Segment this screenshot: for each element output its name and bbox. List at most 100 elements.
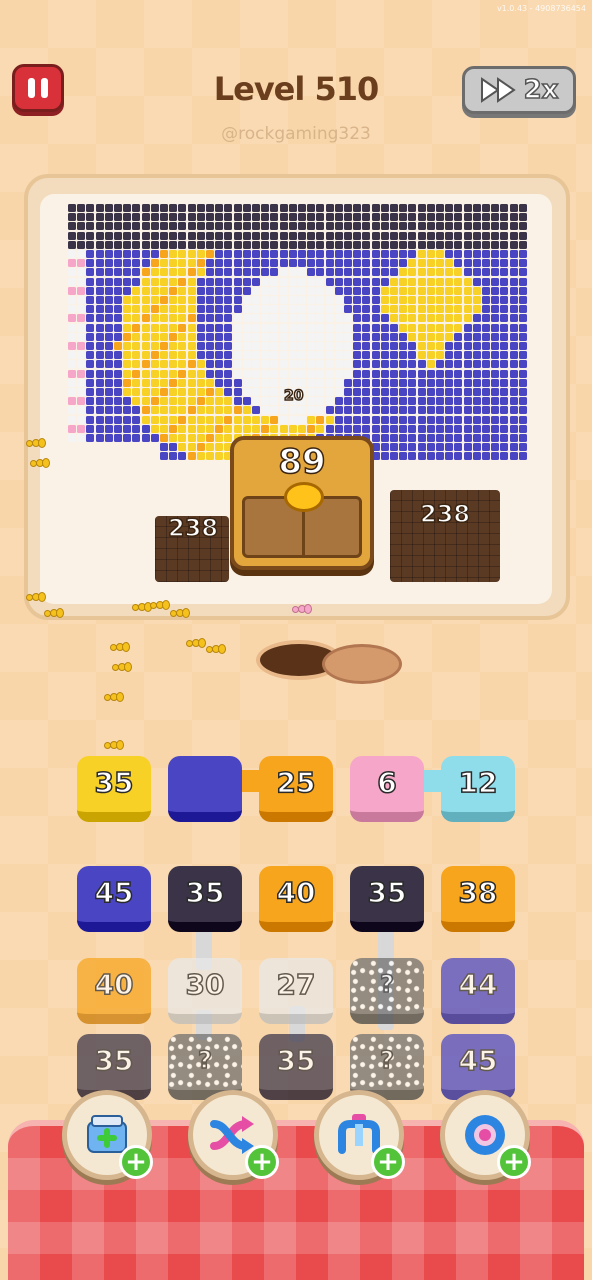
number-tile[interactable]: 27 <box>259 958 333 1024</box>
number-tile[interactable]: 38 <box>441 866 515 932</box>
pixel-cell <box>187 204 196 212</box>
pixel-cell <box>233 250 242 258</box>
pixel-cell <box>298 213 306 222</box>
pixel-cell <box>187 415 196 424</box>
pixel-cell <box>86 332 95 341</box>
pixel-cell <box>362 332 371 341</box>
number-tile[interactable]: 6 <box>350 756 424 822</box>
pixel-cell <box>334 406 343 415</box>
pixel-cell <box>399 452 408 461</box>
number-tile[interactable]: 35 <box>77 756 151 822</box>
shuffle-powerup-button[interactable]: + <box>188 1090 279 1180</box>
pixel-cell <box>500 434 509 442</box>
pixel-cell <box>224 250 233 258</box>
number-tile[interactable]: 40 <box>77 958 151 1024</box>
pixel-cell <box>463 415 472 424</box>
pixel-cell <box>362 213 371 222</box>
number-tile[interactable]: 40 <box>259 866 333 932</box>
add-powerup-badge[interactable]: + <box>371 1145 405 1179</box>
number-tile[interactable]: 35 <box>350 866 424 932</box>
pixel-cell <box>270 351 279 360</box>
pixel-cell <box>206 259 214 268</box>
pixel-cell <box>178 332 187 341</box>
pixel-cell <box>132 406 141 415</box>
pixel-cell <box>408 342 417 350</box>
pixel-cell <box>344 213 352 222</box>
number-tile[interactable]: 44 <box>441 958 515 1024</box>
number-tile[interactable]: 12 <box>441 756 515 822</box>
pixel-cell <box>472 378 481 387</box>
pixel-cell <box>224 204 233 212</box>
ant <box>26 436 46 450</box>
pixel-cell <box>454 424 463 433</box>
pixel-cell <box>132 259 141 268</box>
pixel-cell <box>187 443 196 452</box>
pixel-cell <box>417 388 426 396</box>
add-slot-powerup-button[interactable]: + <box>62 1090 153 1180</box>
magnet-powerup-button[interactable]: + <box>314 1090 405 1180</box>
pixel-cell <box>206 415 214 424</box>
pixel-cell <box>141 332 150 341</box>
add-powerup-badge[interactable]: + <box>497 1145 531 1179</box>
pixel-cell <box>353 342 362 350</box>
pixel-cell <box>454 323 463 332</box>
speed-toggle-button[interactable]: 2x <box>462 66 576 114</box>
pixel-cell <box>436 415 444 424</box>
pixel-cell <box>426 369 435 378</box>
pixel-cell <box>316 351 325 360</box>
pixel-cell <box>178 351 187 360</box>
pixel-cell <box>86 360 95 369</box>
pixel-cell <box>270 323 279 332</box>
add-powerup-badge[interactable]: + <box>245 1145 279 1179</box>
pixel-cell <box>436 424 444 433</box>
add-powerup-badge[interactable]: + <box>119 1145 153 1179</box>
pixel-cell <box>509 222 518 231</box>
mystery-tile[interactable]: ? <box>350 958 424 1024</box>
pixel-cell <box>77 351 86 360</box>
pixel-cell <box>196 388 205 396</box>
pixel-cell <box>518 369 527 378</box>
pixel-cell <box>215 268 224 277</box>
pixel-cell <box>509 286 518 295</box>
pixel-cell <box>261 286 270 295</box>
pixel-cell <box>160 415 168 424</box>
pixel-cell <box>178 240 187 249</box>
number-tile[interactable]: 35 <box>259 1034 333 1100</box>
pixel-cell <box>500 204 509 212</box>
pixel-cell <box>408 415 417 424</box>
number-tile[interactable]: 25 <box>259 756 333 822</box>
pixel-cell <box>288 277 297 286</box>
pixel-cell <box>408 286 417 295</box>
pixel-cell <box>224 332 233 341</box>
pixel-cell <box>242 277 251 286</box>
pixel-cell <box>500 305 509 314</box>
pixel-cell <box>215 406 224 415</box>
pixel-cell <box>252 388 260 396</box>
pixel-cell <box>390 342 398 350</box>
pixel-cell <box>215 305 224 314</box>
pixel-cell <box>196 351 205 360</box>
number-tile[interactable]: 35 <box>168 866 242 932</box>
blocker-tile[interactable] <box>168 756 242 822</box>
pixel-cell <box>472 406 481 415</box>
pixel-cell <box>417 360 426 369</box>
pixel-cell <box>307 296 316 304</box>
pixel-cell <box>491 351 500 360</box>
pixel-cell <box>500 323 509 332</box>
pixel-cell <box>316 305 325 314</box>
pixel-cell <box>178 406 187 415</box>
pixel-cell <box>454 314 463 323</box>
pixel-cell <box>141 204 150 212</box>
pixel-cell <box>334 277 343 286</box>
number-tile[interactable]: 30 <box>168 958 242 1024</box>
number-tile[interactable]: 45 <box>77 866 151 932</box>
pixel-cell <box>187 314 196 323</box>
extra-hole-powerup-button[interactable]: + <box>440 1090 531 1180</box>
pixel-cell <box>316 296 325 304</box>
pixel-cell <box>334 397 343 406</box>
pixel-cell <box>344 397 352 406</box>
pixel-cell <box>509 277 518 286</box>
pixel-cell <box>150 286 159 295</box>
pixel-cell <box>68 305 76 314</box>
pixel-cell <box>408 268 417 277</box>
